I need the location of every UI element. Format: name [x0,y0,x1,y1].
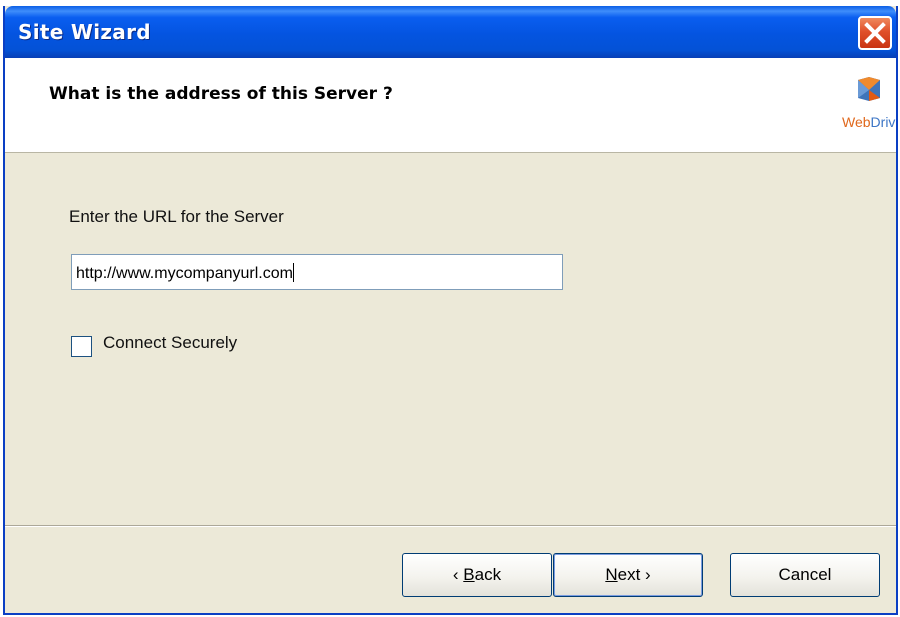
footer-separator [5,525,896,527]
cancel-button-label: Cancel [778,565,832,584]
webdrive-logo: WebDrive [842,76,896,134]
cancel-button[interactable]: Cancel [730,553,880,597]
back-arrow: ‹ [452,565,464,584]
logo-text: WebDrive [842,114,896,130]
back-button-label: ‹ Back [453,554,501,596]
back-mnemonic: B [463,565,475,584]
window-title: Site Wizard [18,20,151,44]
close-x-icon [864,22,886,44]
connect-securely-checkbox[interactable] [71,336,92,357]
next-mnemonic: N [605,565,618,584]
back-button[interactable]: ‹ Back [402,553,552,597]
next-button[interactable]: Next › [553,553,703,597]
title-bar[interactable]: Site Wizard [5,6,896,58]
connect-securely-label[interactable]: Connect Securely [103,333,237,353]
url-label: Enter the URL for the Server [69,207,284,226]
webdrive-logo-icon [858,77,880,101]
close-button[interactable] [858,16,892,50]
url-input-value: http://www.mycompanyurl.com [76,265,293,282]
site-wizard-dialog: Site Wizard What is the address of this … [3,6,898,615]
page-title: What is the address of this Server ? [49,84,393,104]
text-caret [292,263,294,282]
logo-text-web: Web [842,114,871,130]
next-label-rest: ext › [617,565,651,584]
url-input[interactable]: http://www.mycompanyurl.com [71,254,563,290]
back-label-rest: ack [474,565,502,584]
logo-text-drive: Drive [870,114,896,130]
wizard-header: What is the address of this Server ? Web… [5,58,896,153]
next-button-label: Next › [605,554,650,596]
